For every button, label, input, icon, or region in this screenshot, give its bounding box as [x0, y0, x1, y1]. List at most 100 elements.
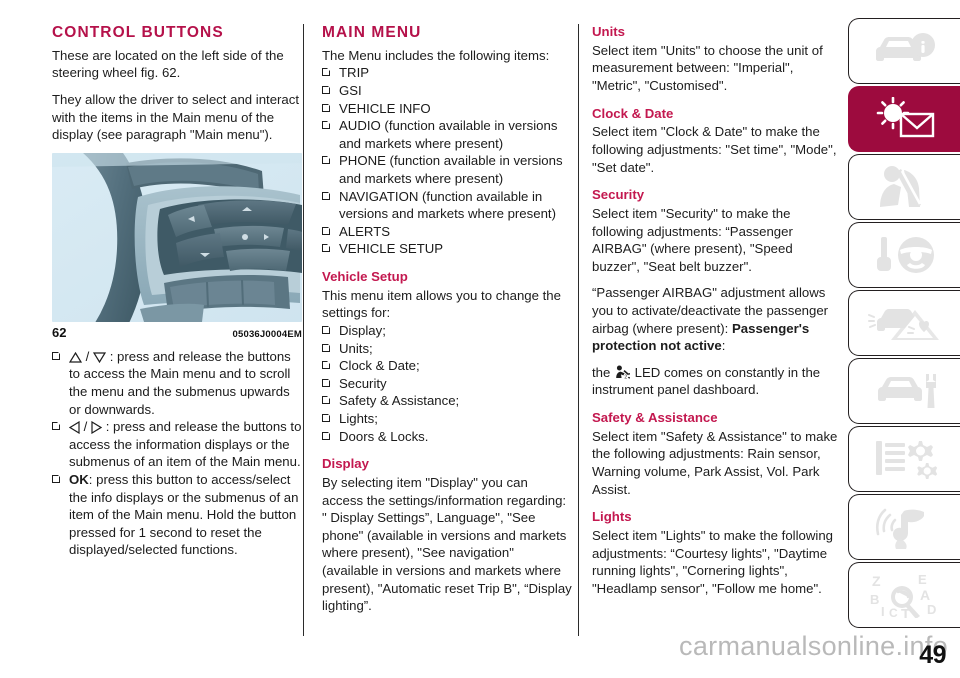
- car-wrench-icon: [877, 374, 936, 408]
- svg-text:D: D: [927, 602, 936, 617]
- ok-button-label: OK: [69, 471, 89, 487]
- list-item-updown: / : press and release the buttons to acc…: [52, 348, 302, 418]
- column-control-buttons: CONTROL BUTTONS These are located on the…: [52, 24, 302, 636]
- list-item: Units;: [322, 340, 572, 358]
- security-paragraph-1: Select item "Security" to make the follo…: [592, 206, 793, 274]
- menu-item-label: VEHICLE SETUP: [339, 241, 444, 257]
- square-bullet-icon: [322, 325, 331, 334]
- list-item: Doors & Locks.: [322, 428, 572, 446]
- figure-code: 05036J0004EM: [232, 328, 302, 340]
- clock-date-heading: Clock & Date: [592, 105, 674, 121]
- safety-assistance-paragraph: Select item "Safety & Assistance" to mak…: [592, 428, 838, 497]
- display-paragraph: By selecting item "Display" you can acce…: [322, 474, 572, 614]
- sidebar-tab-alphabetical-index[interactable]: Z E B A I C T D: [848, 562, 960, 628]
- list-item: ALERTS: [322, 223, 572, 241]
- car-info-icon: [875, 33, 935, 61]
- column-divider-1: [303, 24, 304, 636]
- letters-magnifier-icon: Z E B A I C T D: [870, 572, 936, 618]
- square-bullet-icon: [52, 351, 61, 360]
- square-bullet-icon: [322, 226, 331, 235]
- svg-text:2: 2: [624, 374, 627, 378]
- setup-item-label: Security: [339, 375, 387, 391]
- square-bullet-icon: [322, 155, 331, 165]
- triangle-down-icon: [93, 352, 107, 363]
- list-item: Lights;: [322, 410, 572, 428]
- security-heading: Security: [592, 187, 645, 203]
- page-number: 49: [919, 641, 946, 669]
- square-bullet-icon: [322, 243, 331, 253]
- figure-caption-bar: 62 05036J0004EM: [52, 325, 302, 340]
- sidebar-tab-safety[interactable]: [848, 154, 960, 220]
- square-bullet-icon: [322, 378, 331, 387]
- key-steering-wheel-icon: [876, 237, 934, 273]
- square-bullet-icon: [322, 342, 331, 352]
- sidebar-tab-vehicle-info[interactable]: [848, 18, 960, 84]
- list-item: Display;: [322, 322, 572, 340]
- square-bullet-icon: [322, 360, 331, 370]
- list-item: PHONE (function available in versions an…: [322, 152, 572, 187]
- display-heading: Display: [322, 456, 369, 472]
- lights-heading: Lights: [592, 509, 632, 525]
- square-bullet-icon: [322, 395, 331, 405]
- column-divider-2: [578, 24, 579, 636]
- sidebar-tab-multimedia[interactable]: [848, 494, 960, 560]
- vehicle-setup-list: Display; Units; Clock & Date; Security S…: [322, 322, 572, 445]
- list-item-leftright: / : press and release the buttons to acc…: [52, 418, 302, 471]
- list-gears-icon: [875, 441, 937, 479]
- svg-text:E: E: [918, 572, 927, 587]
- list-item: NAVIGATION (function available in versio…: [322, 188, 572, 223]
- list-item: GSI: [322, 82, 572, 100]
- safety-assistance-heading: Safety & Assistance: [592, 410, 718, 426]
- control-buttons-list: / : press and release the buttons to acc…: [52, 348, 302, 559]
- page-title: CONTROL BUTTONS: [52, 24, 224, 41]
- square-bullet-icon: [322, 413, 331, 422]
- menu-item-label: TRIP: [339, 65, 370, 81]
- passenger-airbag-off-icon: 2: [616, 365, 630, 379]
- svg-text:B: B: [870, 592, 879, 607]
- sidebar-tab-emergency[interactable]: [848, 290, 960, 356]
- square-bullet-icon: [322, 85, 331, 94]
- list-item-leftright-text: : press and release the buttons to acces…: [69, 419, 302, 470]
- square-bullet-icon: [52, 474, 61, 483]
- square-bullet-icon: [322, 102, 331, 112]
- units-heading: Units: [592, 24, 625, 39]
- menu-item-label: AUDIO (function available in versions an…: [339, 118, 558, 151]
- control-buttons-paragraph-2: They allow the driver to select and inte…: [52, 92, 300, 143]
- square-bullet-icon: [322, 430, 331, 440]
- setup-item-label: Display;: [339, 322, 386, 338]
- site-watermark: carmanualsonline.info: [679, 631, 948, 661]
- steering-wheel-illustration: [52, 152, 302, 322]
- list-item-ok: OK: press this button to access/select t…: [52, 471, 302, 559]
- svg-text:I: I: [881, 604, 885, 618]
- clock-date-paragraph: Select item "Clock & Date" to make the f…: [592, 124, 837, 175]
- setup-item-label: Doors & Locks.: [339, 428, 429, 444]
- triangle-left-icon: [69, 421, 80, 435]
- setup-item-label: Safety & Assistance;: [339, 393, 460, 409]
- menu-item-label: NAVIGATION (function available in versio…: [339, 188, 556, 222]
- seatbelt-passenger-icon: [879, 166, 921, 207]
- svg-text:C: C: [889, 606, 898, 618]
- sidebar-tab-starting-and-driving[interactable]: [848, 222, 960, 288]
- list-item: Safety & Assistance;: [322, 392, 572, 410]
- sidebar-tab-technical-specifications[interactable]: [848, 426, 960, 492]
- setup-item-label: Units;: [339, 340, 373, 356]
- svg-text:A: A: [920, 587, 930, 603]
- sun-envelope-icon: [876, 97, 934, 138]
- sidebar-tab-dashboard-warning-lights[interactable]: [848, 86, 960, 152]
- security-paragraph-3: the 2 LED comes on constantly in the ins…: [592, 364, 842, 399]
- lights-paragraph: Select item "Lights" to make the followi…: [592, 528, 833, 596]
- setup-item-label: Clock & Date;: [339, 358, 420, 374]
- sidebar-tab-maintenance-and-care[interactable]: [848, 358, 960, 424]
- list-item: Security: [322, 375, 572, 393]
- list-item: VEHICLE INFO: [322, 100, 572, 118]
- menu-item-label: PHONE (function available in versions an…: [339, 153, 563, 186]
- list-item-ok-text: : press this button to access/select the…: [69, 471, 299, 558]
- units-paragraph: Select item "Units" to choose the unit o…: [592, 42, 823, 94]
- vehicle-setup-intro: This menu item allows you to change the …: [322, 287, 561, 321]
- figure-number: 62: [52, 324, 67, 340]
- menu-item-label: GSI: [339, 83, 362, 98]
- column-settings: Units Select item "Units" to choose the …: [592, 24, 842, 636]
- separator-slash: /: [83, 419, 88, 435]
- column-main-menu: MAIN MENU The Menu includes the followin…: [322, 24, 572, 636]
- music-signal-icon: [875, 508, 924, 549]
